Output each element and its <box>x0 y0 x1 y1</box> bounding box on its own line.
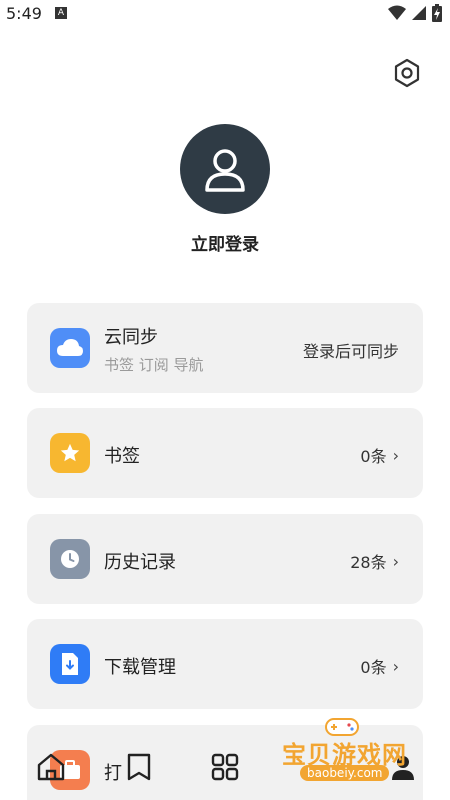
cloud-sync-status-text: 登录后可同步 <box>302 342 399 361</box>
downloads-title: 下载管理 <box>104 657 176 678</box>
downloads-card[interactable]: 下载管理 0条 › <box>27 619 423 709</box>
wifi-icon <box>388 5 406 20</box>
history-count-text: 28条 <box>350 553 387 572</box>
watermark-url: baobeiy.com <box>300 765 390 781</box>
bookmark-icon <box>127 753 151 781</box>
bookmarks-title: 书签 <box>104 446 140 467</box>
settings-button[interactable] <box>392 58 422 88</box>
star-icon <box>60 443 80 462</box>
status-icons <box>388 4 442 22</box>
user-icon <box>205 149 245 192</box>
history-icon-box <box>50 539 90 579</box>
downloads-icon-box <box>50 644 90 684</box>
bookmarks-card[interactable]: 书签 0条 › <box>27 408 423 498</box>
history-title: 历史记录 <box>104 552 176 573</box>
cloud-sync-card[interactable]: 云同步 书签 订阅 导航 登录后可同步 <box>27 303 423 393</box>
watermark: 宝贝游戏网 baobeiy.com <box>282 715 427 790</box>
history-card[interactable]: 历史记录 28条 › <box>27 514 423 604</box>
apps-grid-icon <box>211 753 239 781</box>
bookmarks-count-text: 0条 <box>360 447 387 466</box>
cloud-icon <box>57 339 83 356</box>
clock-icon <box>61 550 79 568</box>
nav-apps[interactable] <box>210 752 242 784</box>
notification-icon: A <box>55 7 67 19</box>
settings-gear-icon <box>394 58 420 88</box>
bookmarks-count: 0条 › <box>360 443 399 467</box>
home-icon <box>37 753 65 781</box>
chevron-right-icon: › <box>392 656 399 676</box>
cloud-sync-icon-box <box>50 328 90 368</box>
cloud-sync-title: 云同步 <box>104 327 158 348</box>
history-count: 28条 › <box>350 549 399 573</box>
chevron-right-icon: › <box>392 551 399 571</box>
chevron-right-icon: › <box>392 445 399 465</box>
cloud-sync-subtitle: 书签 订阅 导航 <box>104 356 204 374</box>
battery-icon <box>432 4 442 22</box>
avatar[interactable] <box>180 124 270 214</box>
cloud-sync-status: 登录后可同步 <box>303 338 399 362</box>
nav-bookmarks[interactable] <box>124 752 156 784</box>
login-link[interactable]: 立即登录 <box>0 230 450 255</box>
bookmarks-icon-box <box>50 433 90 473</box>
download-file-icon <box>62 653 78 675</box>
nav-home[interactable] <box>36 752 68 784</box>
downloads-count: 0条 › <box>360 654 399 678</box>
downloads-count-text: 0条 <box>360 658 387 677</box>
signal-icon <box>412 6 426 20</box>
status-bar: 5:49 A <box>0 0 450 28</box>
status-time: 5:49 <box>6 4 42 23</box>
